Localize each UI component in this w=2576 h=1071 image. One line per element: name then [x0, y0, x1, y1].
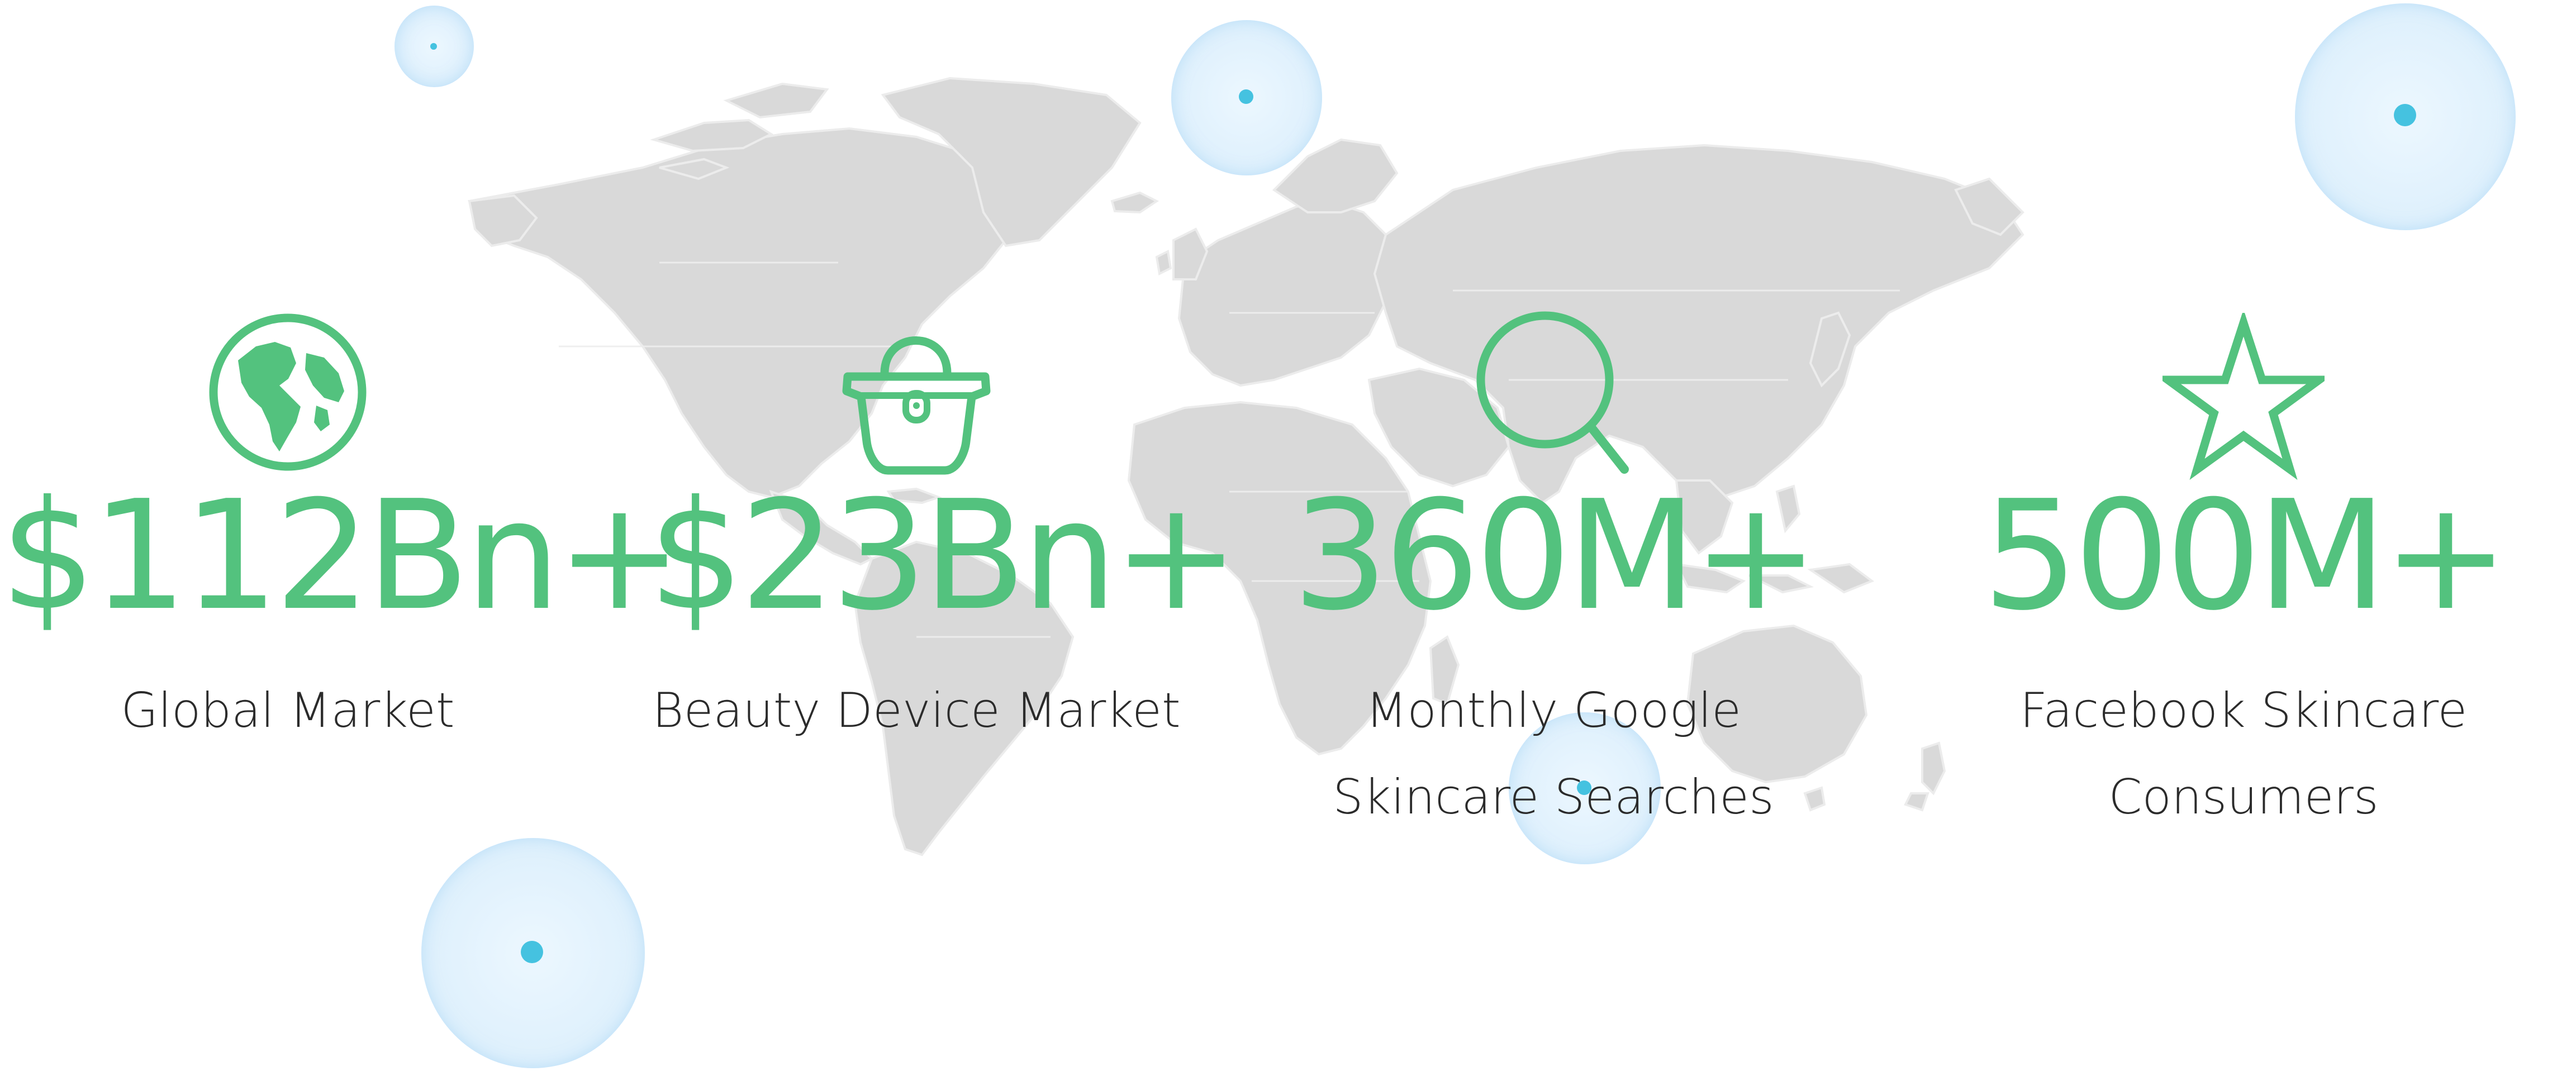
decorative-bubble	[2295, 3, 2516, 230]
stat-value: 360M+	[1292, 468, 1819, 644]
star-icon	[2162, 313, 2325, 480]
stat-value: $112Bn+	[0, 468, 683, 644]
stat-beauty-device-market: $23Bn+ Beauty Device Market	[648, 302, 1239, 805]
infographic-stage: $112Bn+ Global Market $23Bn+ Beauty Devi…	[0, 0, 2576, 1071]
stat-label: Global Market	[121, 683, 455, 739]
decorative-bubble	[1171, 20, 1322, 175]
bubble-dot	[2394, 104, 2416, 126]
stat-value: 500M+	[1982, 468, 2510, 644]
bubble-dot	[521, 941, 543, 963]
decorative-bubble	[395, 6, 474, 87]
decorative-bubble	[421, 838, 645, 1068]
stat-label: Beauty Device Market	[652, 683, 1181, 739]
stat-global-market: $112Bn+ Global Market	[0, 302, 683, 805]
stat-google-searches: 360M+ Monthly Google Skincare Searches	[1285, 302, 1822, 860]
globe-icon	[209, 313, 367, 471]
magnifier-icon	[1476, 311, 1629, 474]
stat-label: Facebook Skincare Consumers	[2019, 683, 2468, 825]
stat-value: $23Bn+	[648, 468, 1239, 644]
stat-label: Monthly Google Skincare Searches	[1333, 683, 1774, 825]
handbag-icon	[842, 336, 991, 475]
stat-facebook-consumers: 500M+ Facebook Skincare Consumers	[1911, 302, 2576, 825]
bubble-dot	[1239, 89, 1253, 104]
bubble-dot	[430, 43, 437, 50]
